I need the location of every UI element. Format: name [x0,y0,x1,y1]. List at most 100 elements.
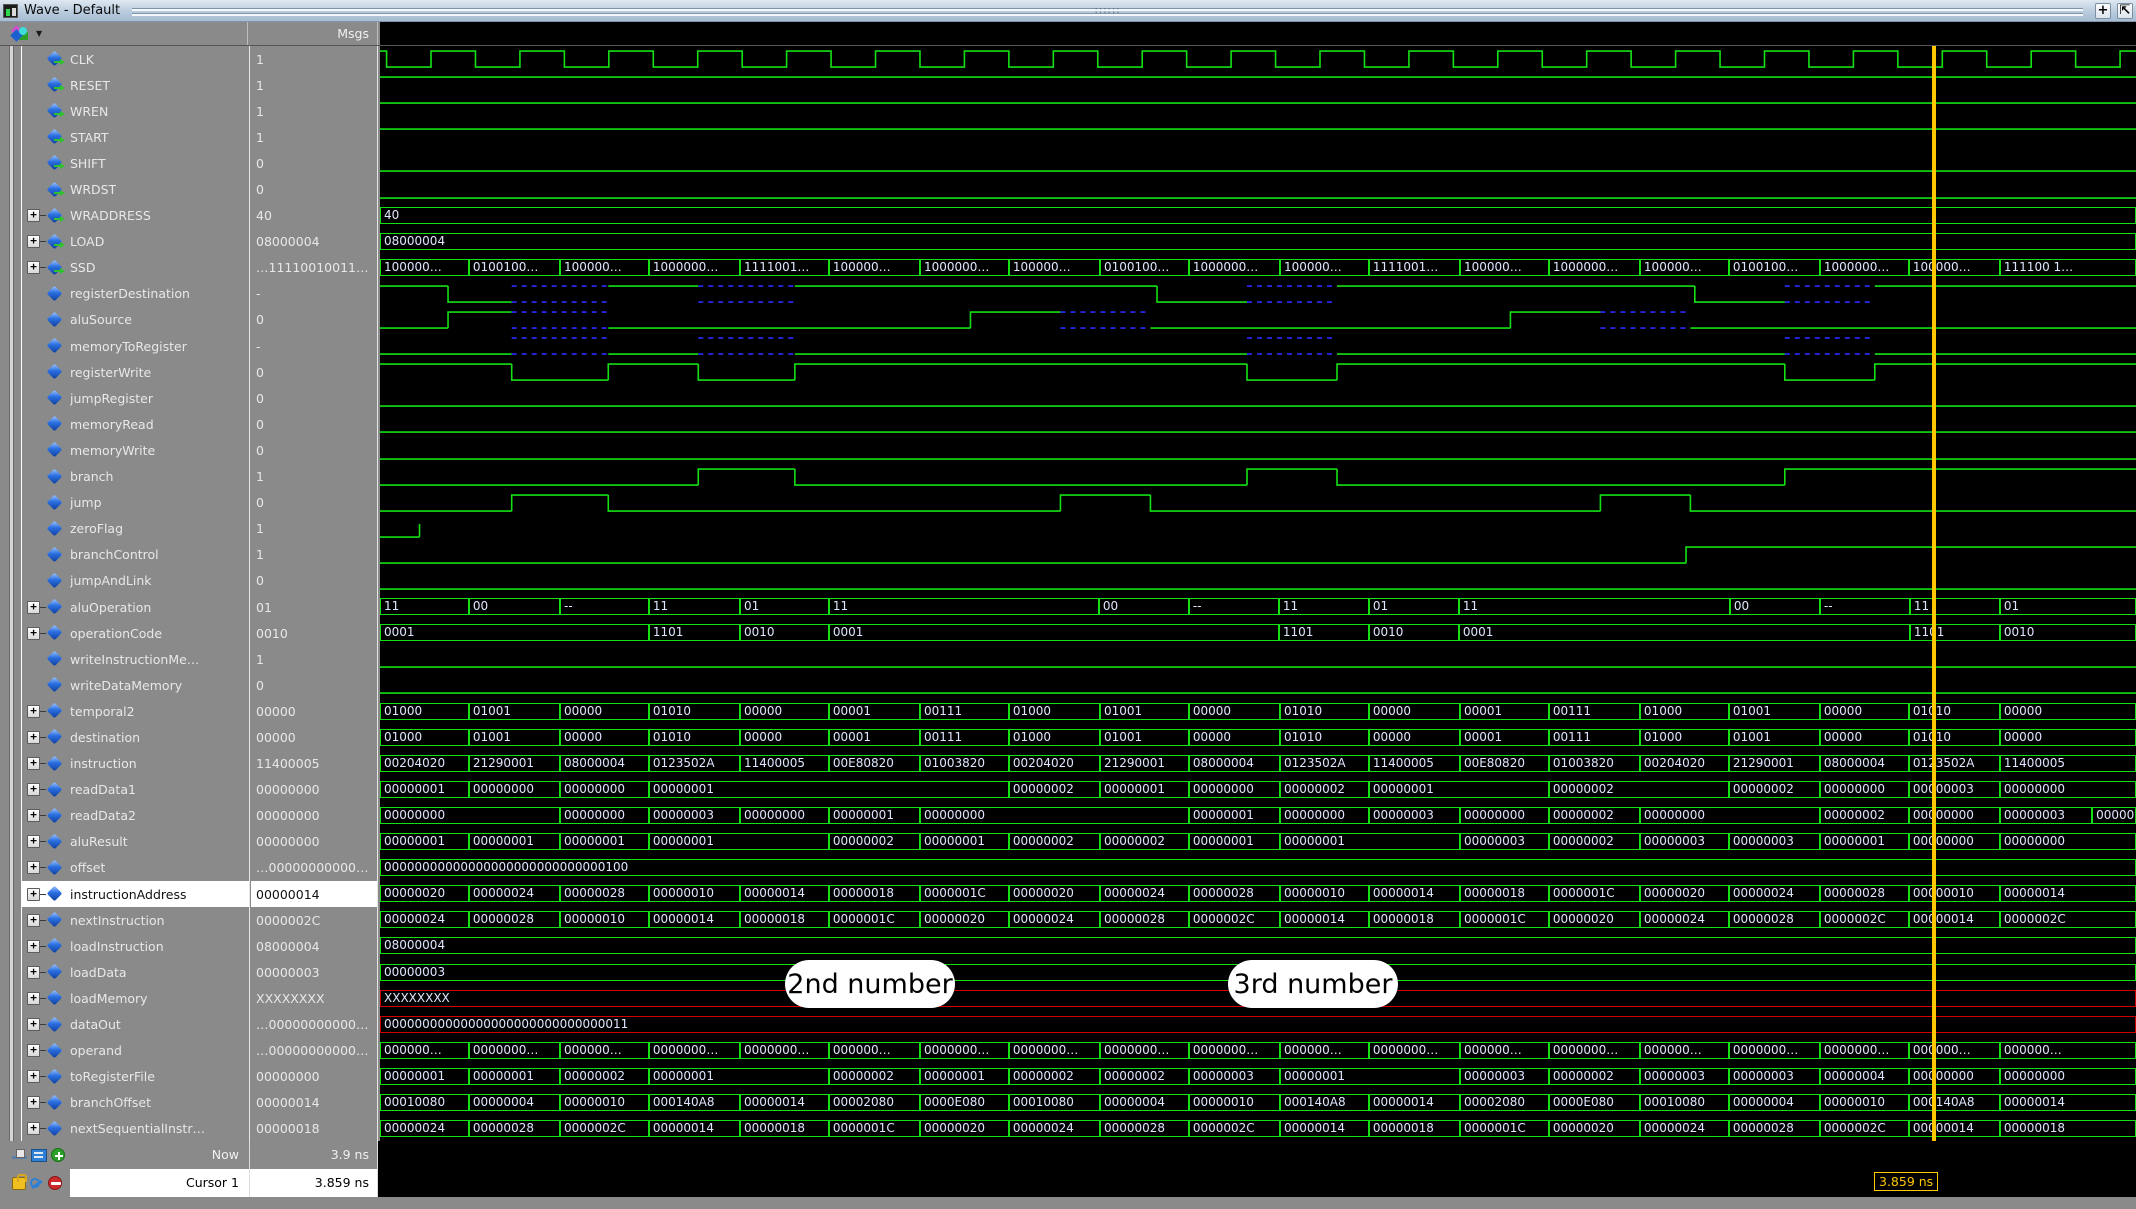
signal-row-operationcode[interactable]: + operationCode [22,620,249,646]
expand-icon[interactable]: + [27,730,40,744]
cursor-time-flag[interactable]: 3.859 ns [1874,1172,1939,1191]
expand-icon[interactable]: + [27,704,40,718]
waveform-row[interactable] [380,177,2136,203]
cursor-row[interactable]: Cursor 1 3.859 ns 3.859 ns [0,1169,2136,1197]
signal-row-alusource[interactable]: +aluSource [22,307,249,333]
waveform-row[interactable] [380,490,2136,516]
signal-names-column[interactable]: +CLK+RESET+WREN+START+SHIFT+WRDST+WRADDR… [22,46,250,1141]
lock-icon[interactable] [12,1173,27,1190]
signal-row-memorytoregister[interactable]: +memoryToRegister [22,333,249,359]
waveform-row[interactable] [380,307,2136,333]
objects-column-header[interactable]: ▼ [2,22,248,45]
waveform-row[interactable] [380,150,2136,176]
signal-row-destination[interactable]: + destination [22,724,249,750]
waveform-row[interactable]: 08000004 [380,933,2136,959]
waveform-row[interactable] [380,672,2136,698]
waveform-row[interactable]: 000000… 0000000… 000000… 0000000… 0000000… 00… [380,1038,2136,1064]
signal-row-jumpregister[interactable]: +jumpRegister [22,385,249,411]
signal-row-load[interactable]: + LOAD [22,229,249,255]
signal-row-aluresult[interactable]: + aluResult [22,829,249,855]
waveform-row[interactable] [380,411,2136,437]
signal-row-loadinstruction[interactable]: + loadInstruction [22,933,249,959]
signal-row-branchoffset[interactable]: + branchOffset [22,1090,249,1116]
signal-row-shift[interactable]: +SHIFT [22,150,249,176]
expand-icon[interactable]: + [27,1018,40,1032]
title-grip[interactable]: :::::: [132,5,2083,17]
signal-row-aluoperation[interactable]: + aluOperation [22,594,249,620]
waveform-row[interactable] [380,516,2136,542]
chevron-down-icon[interactable]: ▼ [36,29,42,38]
waveform-row[interactable] [380,542,2136,568]
signal-row-loadmemory[interactable]: + loadMemory [22,985,249,1011]
cursor-1-line[interactable] [1932,46,1936,1141]
signal-row-readdata2[interactable]: + readData2 [22,803,249,829]
waveform-row[interactable] [380,281,2136,307]
signal-row-nextsequentialinstr[interactable]: + nextSequentialInstr… [22,1116,249,1142]
signal-row-registerdestination[interactable]: +registerDestination [22,281,249,307]
waveform-row[interactable]: 00000001 00000000 00000000 00000001 00000002… [380,777,2136,803]
waveform-row[interactable]: 00000001 00000001 00000002 00000001 00000002… [380,1064,2136,1090]
expand-icon[interactable]: + [27,835,40,849]
signal-row-readdata1[interactable]: + readData1 [22,777,249,803]
maximize-button[interactable]: + [2095,2,2111,19]
waveform-row[interactable]: 00010080 00000004 00000010 000140A8 00000014… [380,1090,2136,1116]
signal-row-writeinstructionme[interactable]: +writeInstructionMe… [22,646,249,672]
waveform-row[interactable]: 40 [380,203,2136,229]
signal-row-instruction[interactable]: + instruction [22,751,249,777]
waveform-row[interactable] [380,359,2136,385]
waveform-row[interactable]: 01000 01001 00000 01010 00000 00001 00111 01000… [380,725,2136,751]
waveform-row[interactable]: 00000001 00000001 00000001 00000001 00000002… [380,829,2136,855]
expand-icon[interactable]: + [27,783,40,797]
waveform-row[interactable] [380,333,2136,359]
expand-icon[interactable]: + [27,1070,40,1084]
expand-icon[interactable]: + [27,913,40,927]
expand-icon[interactable]: + [27,235,40,249]
signal-row-operand[interactable]: + operand [22,1038,249,1064]
signal-row-ssd[interactable]: + SSD [22,255,249,281]
waveform-row[interactable]: 00000024 00000028 0000002C 00000014 00000018… [380,1116,2136,1141]
expand-icon[interactable]: + [27,626,40,640]
waveform-row[interactable] [380,464,2136,490]
waveform-row[interactable] [380,72,2136,98]
signal-row-toregisterfile[interactable]: + toRegisterFile [22,1064,249,1090]
expand-icon[interactable]: + [27,939,40,953]
now-marker-icon[interactable] [12,1149,27,1161]
expand-icon[interactable]: + [27,809,40,823]
waveform-row[interactable]: 00000000000000000000000000000100 [380,855,2136,881]
waveform-row[interactable] [380,438,2136,464]
signal-row-start[interactable]: +START [22,124,249,150]
expand-icon[interactable]: + [27,887,40,901]
signal-row-memoryread[interactable]: +memoryRead [22,411,249,437]
signal-row-wraddress[interactable]: + WRADDRESS [22,203,249,229]
signal-row-branch[interactable]: +branch [22,464,249,490]
expand-icon[interactable]: + [27,1096,40,1110]
waveform-row[interactable]: 100000… 0100100… 100000… 1000000… 1111001… 10… [380,255,2136,281]
signal-row-loaddata[interactable]: + loadData [22,959,249,985]
signal-row-instructionaddress[interactable]: + instructionAddress [22,881,249,908]
signal-row-nextinstruction[interactable]: + nextInstruction [22,907,249,933]
waveform-row[interactable] [380,646,2136,672]
waveform-row[interactable] [380,98,2136,124]
signal-row-jumpandlink[interactable]: +jumpAndLink [22,568,249,594]
waveform-row[interactable] [380,46,2136,72]
waveform-row[interactable] [380,124,2136,150]
waveform-row[interactable]: 0001 1101 0010 0001 1101 0010 0001 1101 0010 [380,620,2136,646]
expand-icon[interactable]: + [27,965,40,979]
expand-icon[interactable]: + [27,209,40,223]
expand-icon[interactable]: + [27,861,40,875]
signal-row-registerwrite[interactable]: +registerWrite [22,359,249,385]
delete-cursor-icon[interactable] [48,1176,62,1190]
expand-icon[interactable]: + [27,1044,40,1058]
signal-row-reset[interactable]: +RESET [22,72,249,98]
expand-icon[interactable]: + [27,1122,40,1136]
signal-row-clk[interactable]: +CLK [22,46,249,72]
waveform-row[interactable]: 11 00 -- 11 01 11 00 -- 11 01 11 00 -- 11 01 [380,594,2136,620]
waveform-row[interactable] [380,568,2136,594]
expand-icon[interactable]: + [27,261,40,275]
msgs-column-header[interactable]: Msgs [250,22,378,45]
waveform-row[interactable]: 01000 01001 00000 01010 00000 00001 00111 01000… [380,699,2136,725]
expand-icon[interactable]: + [27,991,40,1005]
waveform-row[interactable]: 00000020 00000024 00000028 00000010 00000014… [380,881,2136,907]
signal-row-branchcontrol[interactable]: +branchControl [22,542,249,568]
waveform-row[interactable]: 00204020 21290001 08000004 0123502A 11400005… [380,751,2136,777]
